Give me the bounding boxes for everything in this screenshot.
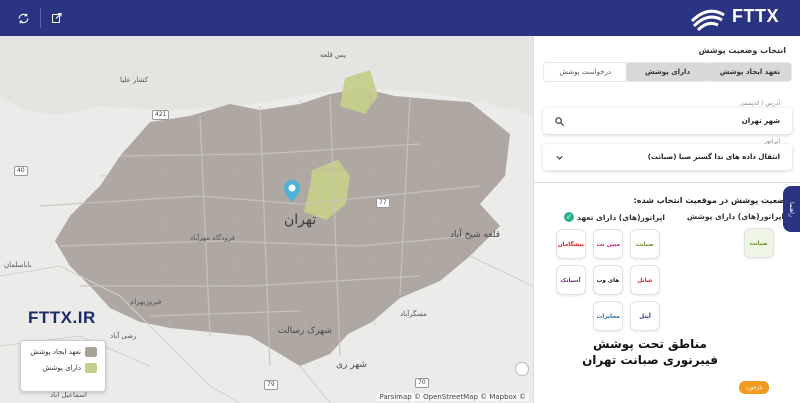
operator-logo-hiweb[interactable]: های وب <box>593 265 623 295</box>
map-label-esmailabad: اسماعیل آباد <box>50 391 87 399</box>
fttx-logo: FTTX <box>688 2 788 34</box>
operator-logo-pishgaman[interactable]: پیشگامان <box>556 229 586 259</box>
map-label-kashar: کشار علیا <box>120 76 149 84</box>
operator-logo-asiatech[interactable]: آسیاتک <box>556 265 586 295</box>
map-label-firouzbahram: فیروزبهرام <box>130 298 162 306</box>
coverage-caption: مناطق تحت پوشش فیبرنوری صبانت تهران <box>580 336 720 368</box>
operator-select[interactable]: انتقال داده های ندا گستر صبا (صبانت) <box>543 144 792 170</box>
address-search-field[interactable]: شهر تهران <box>543 108 792 134</box>
operator-logo-sabanet[interactable]: صبانت <box>630 229 660 259</box>
map-legend: تعهد ایجاد پوشش دارای پوشش <box>20 340 106 392</box>
address-value: شهر تهران <box>741 117 780 125</box>
map-label-baba: باباسلمان <box>4 261 32 269</box>
watermark-text: FTTX.IR <box>28 308 96 327</box>
highway-badge: 70 <box>415 378 429 388</box>
legend-item-covered: دارای پوشش <box>29 363 97 373</box>
highway-badge: 421 <box>152 110 170 120</box>
map-label-resalat: شهرک رسالت <box>278 326 332 336</box>
feedback-button[interactable]: بازخورد <box>739 381 769 394</box>
panel-title: انتخاب وضعیت پوشش <box>698 46 786 55</box>
coverage-map[interactable]: پس قلعه کشار علیا تهران قلعه شیخ آباد مس… <box>0 36 533 403</box>
operator-logo-sabanet-covered[interactable]: صبانت <box>744 228 774 258</box>
legend-label: دارای پوشش <box>42 364 81 372</box>
legend-label: تعهد ایجاد پوشش <box>30 348 81 356</box>
guide-side-tab[interactable]: راهنما <box>783 186 800 232</box>
tab-request[interactable]: درخواست پوشش <box>544 63 627 81</box>
locate-me-button[interactable] <box>515 362 529 376</box>
coverage-status-title: وضعیت پوشش در موقعیت انتخاب شده: <box>633 196 790 205</box>
coverage-tabs: تعهد ایجاد پوشش دارای پوشش درخواست پوشش <box>543 62 792 82</box>
operator-logo-mobinnet[interactable]: مبین نت <box>593 229 623 259</box>
operator-name: صبانت <box>749 239 769 247</box>
map-label-qasr: قلعه شیخ آباد <box>450 230 500 240</box>
operator-name: شاتل <box>637 276 653 284</box>
operator-name: های وب <box>596 276 620 284</box>
caption-line-2: فیبرنوری صبانت تهران <box>582 353 718 367</box>
operator-logo-shatel[interactable]: شاتل <box>630 265 660 295</box>
map-label-foroudgah: فرودگاه مهرآباد <box>190 234 236 242</box>
check-icon: ✓ <box>564 212 575 222</box>
search-icon[interactable] <box>552 114 566 128</box>
legend-swatch <box>85 347 97 357</box>
refresh-location-icon[interactable] <box>14 9 32 27</box>
operator-name: آپتل <box>639 312 651 320</box>
tab-covered[interactable]: دارای پوشش <box>626 63 709 81</box>
operator-name: پیشگامان <box>557 240 585 248</box>
map-label-rey: شهر ری <box>336 360 367 370</box>
operator-logo-mokhaberat[interactable]: مخابرات <box>593 301 623 331</box>
operator-logo-aptel[interactable]: آپتل <box>630 301 660 331</box>
covered-heading-text: اپراتور(های) دارای پوشش <box>686 212 784 221</box>
export-icon[interactable] <box>48 9 66 27</box>
legend-swatch <box>85 363 97 373</box>
covered-operators-heading: اپراتور(های) دارای پوشش <box>687 212 784 221</box>
address-label: آدرس / کدپستی <box>739 100 780 107</box>
map-label-masgar: مسگرآباد <box>400 310 427 318</box>
legend-item-committed: تعهد ایجاد پوشش <box>29 347 97 357</box>
operator-name: آسیاتک <box>560 276 582 284</box>
highway-badge: 77 <box>376 198 390 208</box>
caption-line-1: مناطق تحت پوشش <box>593 337 707 351</box>
toolbar-divider <box>40 8 41 28</box>
top-bar: FTTX <box>0 0 800 36</box>
committed-heading-text: اپراتور(های) دارای تعهد <box>577 212 665 222</box>
map-label-pasqaleh: پس قلعه <box>320 51 346 59</box>
operator-name: صبانت <box>635 240 655 248</box>
map-attribution[interactable]: Parsimap © OpenStreetMap © Mapbox © <box>376 393 529 401</box>
chevron-down-icon <box>552 150 566 164</box>
operator-value: انتقال داده های ندا گستر صبا (صبانت) <box>647 153 780 161</box>
operator-name: مخابرات <box>596 312 620 320</box>
map-label-tehran: تهران <box>284 212 317 228</box>
map-label-rezi: رضی آباد <box>110 332 137 340</box>
panel-divider <box>534 182 800 183</box>
logo-text: FTTX <box>732 6 779 26</box>
committed-operators-heading: اپراتور(های) دارای تعهد ✓ <box>564 212 665 222</box>
highway-badge: 79 <box>264 380 278 390</box>
highway-badge: 40 <box>14 166 28 176</box>
tab-committed[interactable]: تعهد ایجاد پوشش <box>708 63 791 81</box>
location-pin-icon[interactable] <box>283 179 301 203</box>
operator-name: مبین نت <box>596 240 620 248</box>
